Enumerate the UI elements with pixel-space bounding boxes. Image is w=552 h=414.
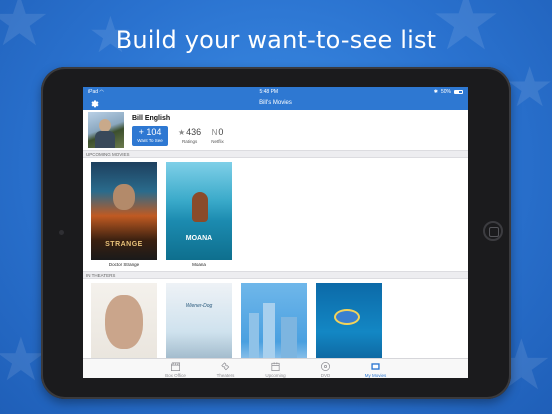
bluetooth-icon: ✱: [433, 88, 438, 95]
tab-label: My Movies: [364, 373, 387, 378]
tab-box-office[interactable]: Box Office: [161, 361, 191, 378]
status-bar: iPad ◠ 5:48 PM ✱ 50%: [83, 87, 468, 96]
status-right: ✱ 50%: [434, 89, 463, 95]
ratings-label: Ratings: [181, 138, 198, 144]
movie-poster[interactable]: STRANGE: [91, 162, 157, 260]
gear-icon[interactable]: [89, 98, 99, 108]
netflix-stat[interactable]: N0 Netflix: [211, 126, 224, 144]
tab-my-movies[interactable]: My Movies: [361, 361, 391, 378]
background-star-icon: ★: [505, 56, 552, 118]
ipad-device-frame: iPad ◠ 5:48 PM ✱ 50% Bill's Movies Bill …: [41, 67, 511, 399]
app-screen: iPad ◠ 5:48 PM ✱ 50% Bill's Movies Bill …: [83, 87, 468, 378]
wifi-icon: ◠: [99, 88, 104, 95]
want-to-see-button[interactable]: + 104 Want To See: [132, 125, 168, 146]
battery-icon: [454, 89, 463, 94]
film-icon: [371, 363, 380, 370]
tab-label: Theaters: [216, 373, 235, 378]
profile-stats: + 104 Want To See ★436 Ratings N0 Netfli…: [132, 125, 224, 146]
plus-icon: +: [138, 127, 144, 137]
netflix-label: Netflix: [211, 138, 224, 144]
front-camera: [59, 230, 64, 235]
battery-percent: 50%: [440, 88, 451, 95]
profile-header: Bill English + 104 Want To See ★436 Rati…: [83, 110, 468, 150]
poster-title-text: STRANGE: [105, 241, 143, 248]
tab-label: Box Office: [165, 373, 186, 378]
want-to-see-count: + 104: [138, 127, 162, 137]
tab-label: DVD: [320, 373, 331, 378]
calendar-icon: [271, 362, 280, 371]
movie-poster[interactable]: MOANA: [166, 162, 232, 260]
want-to-see-label: Want To See: [137, 138, 163, 143]
avatar[interactable]: [88, 112, 124, 148]
in-theaters-section-header: IN THEATERS: [83, 271, 468, 279]
netflix-count: 0: [218, 126, 224, 137]
status-carrier: iPad ◠: [88, 88, 104, 95]
upcoming-section-header: UPCOMING MOVIES: [83, 150, 468, 158]
movie-card[interactable]: STRANGE Doctor Strange: [91, 162, 157, 268]
marketing-headline: Build your want-to-see list: [115, 26, 437, 54]
nav-title: Bill's Movies: [259, 100, 292, 106]
movie-title: Moana: [192, 262, 206, 267]
ratings-count: 436: [186, 126, 202, 137]
status-time: 5:48 PM: [259, 88, 279, 95]
home-button: [483, 221, 503, 241]
profile-info: Bill English + 104 Want To See ★436 Rati…: [132, 115, 224, 146]
disc-icon: [321, 362, 330, 371]
movie-title: Doctor Strange: [108, 262, 140, 267]
tab-upcoming[interactable]: Upcoming: [261, 361, 291, 378]
poster-title-text: MOANA: [185, 235, 213, 242]
tab-label: Upcoming: [265, 373, 286, 378]
netflix-icon: N: [211, 127, 218, 137]
clapperboard-icon: [171, 362, 181, 371]
movie-card[interactable]: MOANA Moana: [166, 162, 232, 268]
poster-title-text: Wiener-Dog: [185, 303, 213, 309]
star-icon: ★: [178, 127, 186, 137]
navigation-bar: Bill's Movies: [83, 96, 468, 110]
profile-name: Bill English: [132, 114, 171, 122]
ticket-icon: [221, 362, 230, 371]
ratings-stat[interactable]: ★436 Ratings: [178, 126, 202, 144]
tab-bar: Box Office Theaters Upcoming DVD My Movi…: [83, 358, 468, 378]
tab-dvd[interactable]: DVD: [311, 361, 341, 378]
upcoming-movies-row: STRANGE Doctor Strange MOANA Moana: [83, 158, 468, 268]
tab-theaters[interactable]: Theaters: [211, 361, 241, 378]
